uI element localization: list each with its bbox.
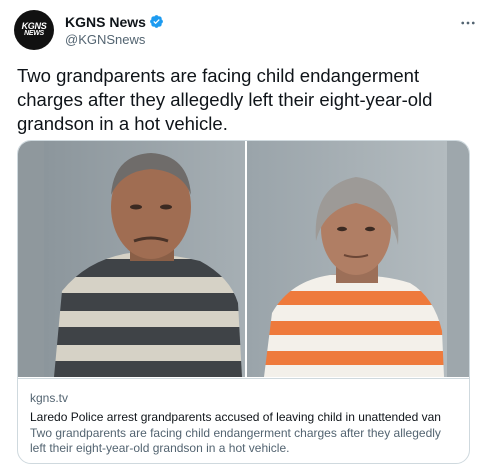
more-options-button[interactable] <box>457 12 479 34</box>
kgns-logo: KGNS NEWS <box>22 22 47 38</box>
avatar[interactable]: KGNS NEWS <box>14 10 54 50</box>
card-description: Two grandparents are facing child endang… <box>30 426 441 455</box>
more-options-icon <box>461 21 475 25</box>
display-name[interactable]: KGNS News <box>65 14 146 30</box>
mugshot-image <box>18 141 469 377</box>
name-row: KGNS News <box>65 14 164 30</box>
logo-line2: NEWS <box>24 30 44 37</box>
card-title[interactable]: Laredo Police arrest grandparents accuse… <box>30 409 459 425</box>
tweet-header: KGNS NEWS KGNS News @KGNSnews <box>14 10 483 50</box>
card-info[interactable]: kgns.tv Laredo Police arrest grandparent… <box>18 378 469 463</box>
tweet[interactable]: KGNS NEWS KGNS News @KGNSnews Two grandp… <box>0 0 497 476</box>
link-card[interactable]: kgns.tv Laredo Police arrest grandparent… <box>17 140 470 464</box>
card-domain: kgns.tv <box>30 391 69 405</box>
tweet-text: Two grandparents are facing child endang… <box>17 65 433 134</box>
verified-badge-icon <box>150 15 163 28</box>
logo-line1: KGNS <box>21 21 47 31</box>
handle[interactable]: @KGNSnews <box>65 32 164 47</box>
author-names: KGNS News @KGNSnews <box>65 14 164 47</box>
